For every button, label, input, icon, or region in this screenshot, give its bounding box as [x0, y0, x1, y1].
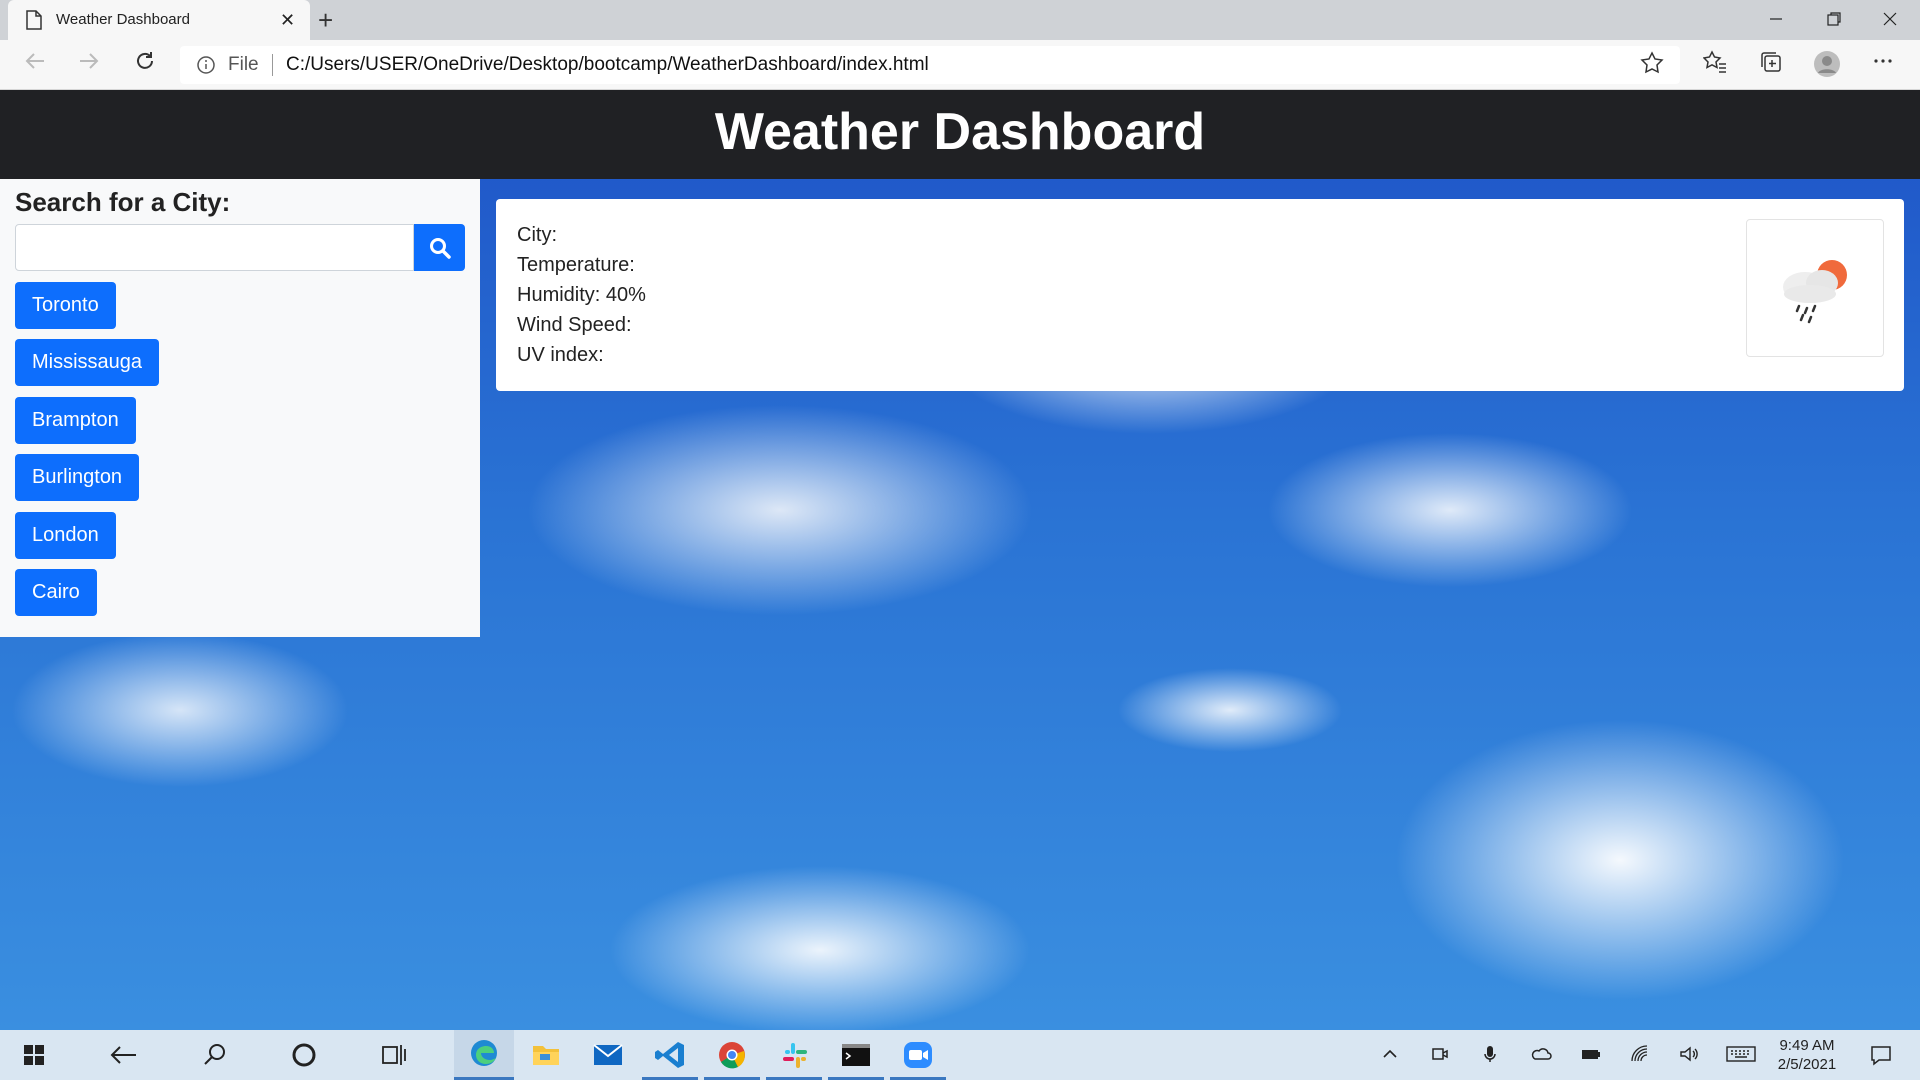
search-icon [430, 238, 451, 259]
info-icon[interactable] [196, 55, 216, 75]
windows-start-icon[interactable] [4, 1030, 64, 1080]
rain-cloud-sun-icon [1783, 260, 1847, 324]
uv-index-label: UV index: [517, 344, 604, 366]
file-label: File [228, 54, 259, 75]
refresh-icon[interactable] [130, 50, 160, 80]
more-options-icon[interactable] [1868, 50, 1898, 80]
mail-icon[interactable] [578, 1030, 638, 1080]
forward-arrow-icon[interactable] [74, 50, 104, 80]
page-header: Weather Dashboard [0, 90, 1920, 179]
city-button-cairo[interactable]: Cairo [15, 569, 97, 616]
zoom-icon[interactable] [888, 1030, 948, 1080]
city-button-toronto[interactable]: Toronto [15, 282, 116, 329]
clock-date: 2/5/2021 [1777, 1056, 1837, 1073]
vscode-icon[interactable] [640, 1030, 700, 1080]
minimize-icon[interactable] [1756, 6, 1796, 34]
close-icon[interactable] [1870, 6, 1910, 34]
temperature-label: Temperature: [517, 254, 635, 276]
search-heading: Search for a City: [15, 187, 231, 217]
restore-icon[interactable] [1814, 6, 1854, 34]
browser-tab[interactable]: Weather Dashboard ✕ [8, 0, 310, 40]
battery-icon[interactable] [1580, 1044, 1602, 1069]
chevron-up-icon[interactable] [1380, 1044, 1400, 1069]
back-arrow-icon[interactable] [94, 1030, 154, 1080]
document-icon [26, 10, 42, 30]
new-tab-button[interactable]: + [318, 6, 333, 34]
favorites-icon[interactable] [1700, 50, 1730, 80]
microphone-icon[interactable] [1480, 1044, 1500, 1069]
url-box[interactable]: File C:/Users/USER/OneDrive/Desktop/boot… [180, 46, 1680, 84]
system-clock[interactable]: 9:49 AM 2/5/2021 [1772, 1036, 1842, 1074]
current-weather-card: City: Temperature: Humidity: 40% Wind Sp… [496, 199, 1904, 391]
tab-close-icon[interactable]: ✕ [280, 10, 295, 30]
slack-icon[interactable] [764, 1030, 824, 1080]
clock-time: 9:49 AM [1779, 1037, 1835, 1054]
search-sidebar: Search for a City: Toronto Mississauga B… [0, 179, 480, 637]
city-button-brampton[interactable]: Brampton [15, 397, 136, 444]
page-viewport: Weather Dashboard Search for a City: Tor… [0, 90, 1920, 1030]
notifications-icon[interactable] [1870, 1044, 1892, 1071]
city-button-mississauga[interactable]: Mississauga [15, 339, 160, 386]
address-bar: File C:/Users/USER/OneDrive/Desktop/boot… [0, 40, 1920, 90]
search-icon[interactable] [184, 1030, 244, 1080]
cortana-icon[interactable] [274, 1030, 334, 1080]
edge-icon[interactable] [454, 1030, 514, 1080]
windows-taskbar: 9:49 AM 2/5/2021 [0, 1030, 1920, 1080]
task-view-icon[interactable] [364, 1030, 424, 1080]
city-search-input[interactable] [15, 224, 414, 271]
wind-speed-label: Wind Speed: [517, 314, 632, 336]
terminal-icon[interactable] [826, 1030, 886, 1080]
volume-icon[interactable] [1678, 1044, 1700, 1069]
page-title: Weather Dashboard [714, 103, 1206, 161]
meet-now-icon[interactable] [1430, 1044, 1450, 1069]
search-button[interactable] [414, 224, 465, 271]
humidity-label: Humidity: 40% [517, 284, 646, 306]
city-label: City: [517, 224, 557, 246]
weather-icon-box [1746, 219, 1884, 357]
divider [272, 54, 273, 76]
profile-avatar[interactable] [1812, 50, 1842, 80]
back-arrow-icon[interactable] [20, 50, 50, 80]
keyboard-icon[interactable] [1726, 1044, 1756, 1069]
chrome-icon[interactable] [702, 1030, 762, 1080]
tab-title: Weather Dashboard [56, 11, 190, 28]
onedrive-icon[interactable] [1530, 1044, 1552, 1069]
browser-tab-bar: Weather Dashboard ✕ + [0, 0, 1920, 40]
add-favorite-icon[interactable] [1640, 51, 1664, 75]
wifi-icon[interactable] [1630, 1044, 1650, 1069]
url-text[interactable]: C:/Users/USER/OneDrive/Desktop/bootcamp/… [286, 54, 929, 76]
file-explorer-icon[interactable] [516, 1030, 576, 1080]
collections-icon[interactable] [1756, 50, 1786, 80]
city-button-london[interactable]: London [15, 512, 116, 559]
city-button-burlington[interactable]: Burlington [15, 454, 140, 501]
